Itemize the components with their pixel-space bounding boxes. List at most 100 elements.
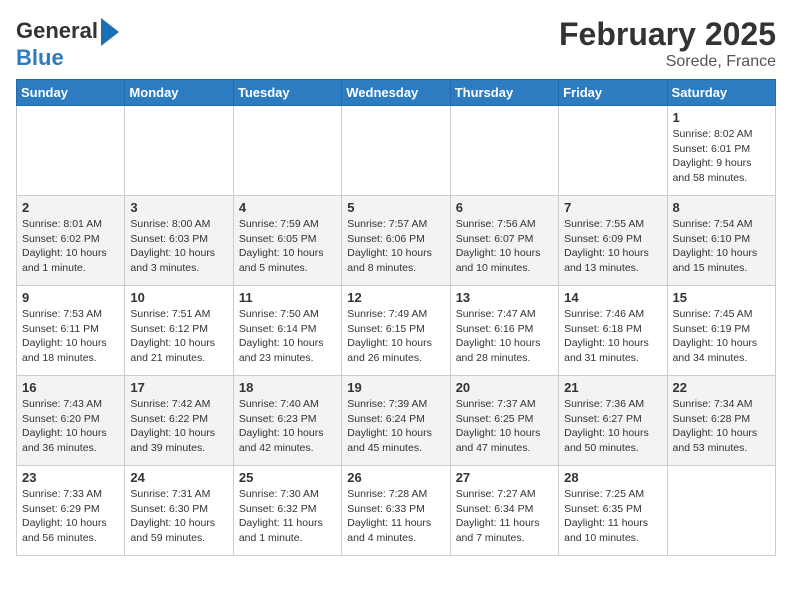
weekday-header-sunday: Sunday <box>17 80 125 106</box>
day-number: 13 <box>456 290 553 305</box>
day-info: Sunrise: 7:40 AM Sunset: 6:23 PM Dayligh… <box>239 397 336 456</box>
calendar-cell: 12Sunrise: 7:49 AM Sunset: 6:15 PM Dayli… <box>342 286 450 376</box>
weekday-header-tuesday: Tuesday <box>233 80 341 106</box>
logo: General Blue <box>16 16 119 70</box>
day-info: Sunrise: 7:54 AM Sunset: 6:10 PM Dayligh… <box>673 217 770 276</box>
day-number: 20 <box>456 380 553 395</box>
day-number: 18 <box>239 380 336 395</box>
weekday-header-saturday: Saturday <box>667 80 775 106</box>
calendar-cell: 28Sunrise: 7:25 AM Sunset: 6:35 PM Dayli… <box>559 466 667 556</box>
calendar-cell <box>667 466 775 556</box>
calendar-cell <box>342 106 450 196</box>
day-info: Sunrise: 7:31 AM Sunset: 6:30 PM Dayligh… <box>130 487 227 546</box>
weekday-header-friday: Friday <box>559 80 667 106</box>
day-info: Sunrise: 8:00 AM Sunset: 6:03 PM Dayligh… <box>130 217 227 276</box>
calendar-cell: 19 Sunrise: 7:39 AM Sunset: 6:24 PM Dayli… <box>342 376 450 466</box>
week-row-4: 16 Sunrise: 7:43 AM Sunset: 6:20 PM Dayli… <box>17 376 776 466</box>
day-info: Sunrise: 7:25 AM Sunset: 6:35 PM Dayligh… <box>564 487 661 546</box>
day-number: 27 <box>456 470 553 485</box>
calendar-cell: 26Sunrise: 7:28 AM Sunset: 6:33 PM Dayli… <box>342 466 450 556</box>
day-number: 4 <box>239 200 336 215</box>
day-number: 2 <box>22 200 119 215</box>
calendar-cell <box>125 106 233 196</box>
calendar-cell: 4Sunrise: 7:59 AM Sunset: 6:05 PM Daylig… <box>233 196 341 286</box>
day-info: Sunrise: 7:36 AM Sunset: 6:27 PM Dayligh… <box>564 397 661 456</box>
day-number: 21 <box>564 380 661 395</box>
day-number: 7 <box>564 200 661 215</box>
week-row-2: 2 Sunrise: 8:01 AM Sunset: 6:02 PM Daylig… <box>17 196 776 286</box>
calendar-cell: 14 Sunrise: 7:46 AM Sunset: 6:18 PM Dayli… <box>559 286 667 376</box>
day-number: 24 <box>130 470 227 485</box>
calendar-subtitle: Sorede, France <box>559 53 776 71</box>
page-header: General Blue February 2025 Sorede, Franc… <box>16 16 776 71</box>
calendar-cell <box>17 106 125 196</box>
calendar-cell: 24 Sunrise: 7:31 AM Sunset: 6:30 PM Dayli… <box>125 466 233 556</box>
calendar-cell: 15 Sunrise: 7:45 AM Sunset: 6:19 PM Dayli… <box>667 286 775 376</box>
day-info: Sunrise: 7:46 AM Sunset: 6:18 PM Dayligh… <box>564 307 661 366</box>
calendar-cell: 21 Sunrise: 7:36 AM Sunset: 6:27 PM Dayli… <box>559 376 667 466</box>
calendar-cell: 7 Sunrise: 7:55 AM Sunset: 6:09 PM Daylig… <box>559 196 667 286</box>
day-info: Sunrise: 7:39 AM Sunset: 6:24 PM Dayligh… <box>347 397 444 456</box>
day-info: Sunrise: 7:56 AM Sunset: 6:07 PM Dayligh… <box>456 217 553 276</box>
day-number: 11 <box>239 290 336 305</box>
day-info: Sunrise: 7:50 AM Sunset: 6:14 PM Dayligh… <box>239 307 336 366</box>
calendar-cell: 1 Sunrise: 8:02 AM Sunset: 6:01 PM Daylig… <box>667 106 775 196</box>
day-number: 26 <box>347 470 444 485</box>
calendar-cell: 23 Sunrise: 7:33 AM Sunset: 6:29 PM Dayli… <box>17 466 125 556</box>
weekday-header-thursday: Thursday <box>450 80 558 106</box>
day-info: Sunrise: 7:45 AM Sunset: 6:19 PM Dayligh… <box>673 307 770 366</box>
logo-general: General <box>16 18 98 43</box>
day-number: 17 <box>130 380 227 395</box>
day-number: 5 <box>347 200 444 215</box>
day-info: Sunrise: 7:55 AM Sunset: 6:09 PM Dayligh… <box>564 217 661 276</box>
weekday-header-wednesday: Wednesday <box>342 80 450 106</box>
day-info: Sunrise: 7:42 AM Sunset: 6:22 PM Dayligh… <box>130 397 227 456</box>
day-info: Sunrise: 8:02 AM Sunset: 6:01 PM Dayligh… <box>673 127 770 186</box>
calendar-cell: 8 Sunrise: 7:54 AM Sunset: 6:10 PM Daylig… <box>667 196 775 286</box>
logo-blue: Blue <box>16 46 119 70</box>
calendar-cell: 10Sunrise: 7:51 AM Sunset: 6:12 PM Dayli… <box>125 286 233 376</box>
calendar-cell: 17 Sunrise: 7:42 AM Sunset: 6:22 PM Dayli… <box>125 376 233 466</box>
calendar-table: SundayMondayTuesdayWednesdayThursdayFrid… <box>16 79 776 556</box>
day-info: Sunrise: 8:01 AM Sunset: 6:02 PM Dayligh… <box>22 217 119 276</box>
day-number: 6 <box>456 200 553 215</box>
week-row-3: 9Sunrise: 7:53 AM Sunset: 6:11 PM Daylig… <box>17 286 776 376</box>
calendar-cell: 18 Sunrise: 7:40 AM Sunset: 6:23 PM Dayli… <box>233 376 341 466</box>
day-number: 9 <box>22 290 119 305</box>
weekday-header-monday: Monday <box>125 80 233 106</box>
day-info: Sunrise: 7:34 AM Sunset: 6:28 PM Dayligh… <box>673 397 770 456</box>
calendar-cell <box>233 106 341 196</box>
day-number: 8 <box>673 200 770 215</box>
day-number: 12 <box>347 290 444 305</box>
day-number: 14 <box>564 290 661 305</box>
day-number: 15 <box>673 290 770 305</box>
calendar-cell: 16 Sunrise: 7:43 AM Sunset: 6:20 PM Dayli… <box>17 376 125 466</box>
calendar-cell <box>559 106 667 196</box>
day-info: Sunrise: 7:37 AM Sunset: 6:25 PM Dayligh… <box>456 397 553 456</box>
day-info: Sunrise: 7:33 AM Sunset: 6:29 PM Dayligh… <box>22 487 119 546</box>
calendar-cell: 2 Sunrise: 8:01 AM Sunset: 6:02 PM Daylig… <box>17 196 125 286</box>
day-number: 10 <box>130 290 227 305</box>
calendar-cell: 20 Sunrise: 7:37 AM Sunset: 6:25 PM Dayli… <box>450 376 558 466</box>
day-number: 19 <box>347 380 444 395</box>
calendar-cell: 22Sunrise: 7:34 AM Sunset: 6:28 PM Dayli… <box>667 376 775 466</box>
day-number: 23 <box>22 470 119 485</box>
day-info: Sunrise: 7:27 AM Sunset: 6:34 PM Dayligh… <box>456 487 553 546</box>
calendar-cell: 3 Sunrise: 8:00 AM Sunset: 6:03 PM Daylig… <box>125 196 233 286</box>
calendar-cell: 25Sunrise: 7:30 AM Sunset: 6:32 PM Dayli… <box>233 466 341 556</box>
logo-arrow-icon <box>101 18 119 46</box>
day-info: Sunrise: 7:57 AM Sunset: 6:06 PM Dayligh… <box>347 217 444 276</box>
calendar-cell: 6 Sunrise: 7:56 AM Sunset: 6:07 PM Daylig… <box>450 196 558 286</box>
day-number: 1 <box>673 110 770 125</box>
title-block: February 2025 Sorede, France <box>559 16 776 71</box>
week-row-5: 23 Sunrise: 7:33 AM Sunset: 6:29 PM Dayli… <box>17 466 776 556</box>
calendar-title: February 2025 <box>559 16 776 53</box>
weekday-header-row: SundayMondayTuesdayWednesdayThursdayFrid… <box>17 80 776 106</box>
calendar-cell <box>450 106 558 196</box>
calendar-cell: 9Sunrise: 7:53 AM Sunset: 6:11 PM Daylig… <box>17 286 125 376</box>
day-number: 3 <box>130 200 227 215</box>
day-info: Sunrise: 7:43 AM Sunset: 6:20 PM Dayligh… <box>22 397 119 456</box>
calendar-cell: 11 Sunrise: 7:50 AM Sunset: 6:14 PM Dayli… <box>233 286 341 376</box>
day-number: 16 <box>22 380 119 395</box>
calendar-cell: 13Sunrise: 7:47 AM Sunset: 6:16 PM Dayli… <box>450 286 558 376</box>
